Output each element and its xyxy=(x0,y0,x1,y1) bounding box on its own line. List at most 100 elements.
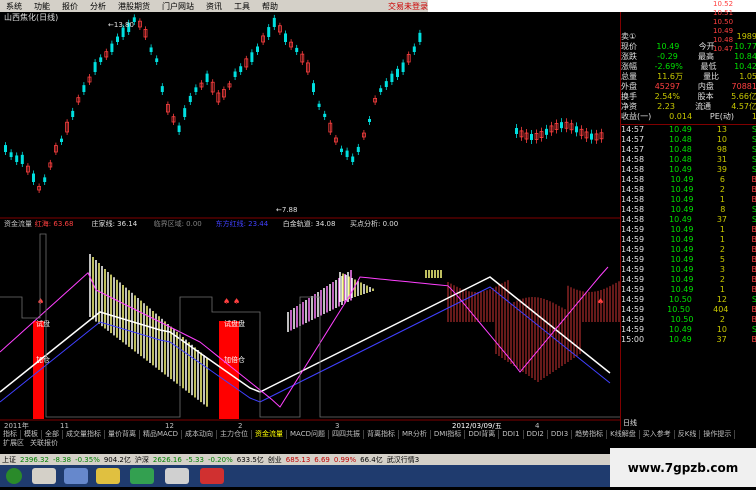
indicator-tab[interactable]: 买入参考 xyxy=(640,430,675,439)
tick-price: 10.49 xyxy=(671,235,694,245)
indicator-tab[interactable]: 背离指标 xyxy=(364,430,399,439)
top-price: 10.47 xyxy=(713,45,733,53)
menu-item[interactable]: 资讯 xyxy=(200,1,228,12)
indicator-tab[interactable]: DDI3 xyxy=(548,430,572,439)
status-item: 633.5亿 xyxy=(235,455,266,465)
tick-volume: 5 xyxy=(720,255,725,265)
app-icon[interactable] xyxy=(130,468,154,484)
menu-item[interactable]: 港股期货 xyxy=(112,1,156,12)
indicator-tab[interactable]: 模板 xyxy=(21,430,42,439)
candle-body xyxy=(368,119,371,122)
tick-list[interactable]: 14:5710.4913S14:5710.4810S14:5710.4898S1… xyxy=(621,124,756,345)
chart-area[interactable]: 山西焦化(日线)←13.80←7.8811.0010.7510.5010.251… xyxy=(0,12,620,430)
tick-time: 14:58 xyxy=(621,185,644,195)
indicator-tab[interactable]: DDI2 xyxy=(524,430,548,439)
indicator-tab[interactable]: MACD问题 xyxy=(287,430,329,439)
indicator-tab[interactable]: 成交量指标 xyxy=(63,430,105,439)
tick-row: 14:5710.4810S xyxy=(621,135,756,145)
menu-item[interactable]: 功能 xyxy=(28,1,56,12)
candle-body xyxy=(94,62,97,72)
tick-volume: 31 xyxy=(717,155,727,165)
candle-body xyxy=(385,81,388,87)
indicator-tab[interactable]: 四四共振 xyxy=(329,430,364,439)
candle-body xyxy=(256,46,259,52)
tick-volume: 404 xyxy=(713,305,728,315)
status-item: -5.33 xyxy=(184,456,206,464)
menu-item[interactable]: 工具 xyxy=(228,1,256,12)
quote-label: 换手 xyxy=(621,92,637,102)
status-item: -0.35% xyxy=(73,456,102,464)
indicator-tab[interactable]: 资金流量 xyxy=(252,430,287,439)
quote-label: 现价 xyxy=(621,42,637,52)
tick-row: 14:5910.492B xyxy=(621,275,756,285)
candle-body xyxy=(10,152,13,157)
signal-block xyxy=(33,321,44,419)
extension-tab[interactable]: 扩展区 xyxy=(0,439,27,448)
indicator-tab[interactable]: 全部 xyxy=(42,430,63,439)
candle-body xyxy=(402,62,405,72)
status-item: 上证 xyxy=(0,455,18,465)
tick-row: 14:5910.492B xyxy=(621,245,756,255)
indicator-tab[interactable]: DMI指标 xyxy=(431,430,466,439)
folder-icon[interactable] xyxy=(96,468,120,484)
candle-body xyxy=(206,74,209,82)
indicator-tab[interactable]: 主力仓位 xyxy=(217,430,252,439)
quote-value: 5.66亿 xyxy=(731,92,756,102)
quote-label: 最低 xyxy=(701,62,717,72)
login-status-link[interactable]: 交易未登录 xyxy=(388,1,428,12)
tick-time: 14:59 xyxy=(621,285,644,295)
tick-price: 10.49 xyxy=(669,335,692,345)
indicator-tab[interactable]: DDI背离 xyxy=(465,430,499,439)
top-price: 10.51 xyxy=(713,9,733,17)
app-icon[interactable] xyxy=(165,468,189,484)
indicator-tab[interactable]: 成本动向 xyxy=(182,430,217,439)
app-icon[interactable] xyxy=(64,468,88,484)
tick-row: 14:5810.498S xyxy=(621,205,756,215)
tick-row: 14:5810.491B xyxy=(621,195,756,205)
app-icon[interactable] xyxy=(200,468,224,484)
tick-price: 10.49 xyxy=(669,125,692,135)
tick-time: 14:59 xyxy=(621,245,644,255)
tick-volume: 13 xyxy=(717,125,727,135)
quote-row: 涨幅-2.69%最低10.42 xyxy=(621,62,756,72)
tick-side: S xyxy=(752,325,756,335)
indicator-tab[interactable]: DDI1 xyxy=(499,430,523,439)
quote-value: 1 xyxy=(752,112,756,122)
status-item: 2396.32 xyxy=(18,456,51,464)
menu-item[interactable]: 报价 xyxy=(56,1,84,12)
tick-side: S xyxy=(752,125,756,135)
indicator-tab[interactable]: 趋势指标 xyxy=(572,430,607,439)
tick-side: S xyxy=(752,135,756,145)
start-button-icon[interactable] xyxy=(6,468,22,484)
candle-body xyxy=(390,74,393,82)
tick-side: B xyxy=(751,285,756,295)
indicator-tab[interactable]: K线解盘 xyxy=(607,430,640,439)
extension-tab[interactable]: 关联报价 xyxy=(27,439,61,448)
indicator-tab[interactable]: 指标 xyxy=(0,430,21,439)
buy-arrow-icon: ♠ xyxy=(37,297,44,306)
app-icon[interactable] xyxy=(32,468,56,484)
quote-label: 最高 xyxy=(698,52,714,62)
menu-item[interactable]: 帮助 xyxy=(256,1,284,12)
candle-body xyxy=(82,85,85,92)
tick-time: 14:58 xyxy=(621,175,644,185)
indicator-tab[interactable]: 量价背离 xyxy=(105,430,140,439)
menu-item[interactable]: 分析 xyxy=(84,1,112,12)
indicator-tab[interactable]: 反K线 xyxy=(675,430,701,439)
candle-body xyxy=(183,108,186,117)
candle-body xyxy=(250,52,253,62)
chart-canvas[interactable]: 山西焦化(日线)←13.80←7.8811.0010.7510.5010.251… xyxy=(0,12,620,430)
chart-title: 山西焦化(日线) xyxy=(4,12,58,22)
xaxis-label: 3 xyxy=(335,422,339,430)
quote-label: 外盘 xyxy=(621,82,637,92)
period-tab[interactable]: 日线 xyxy=(623,418,637,428)
tick-row: 14:5910.5012S xyxy=(621,295,756,305)
tick-side: B xyxy=(751,225,756,235)
top-price-list: 10.5210.5110.5010.4910.4810.47 xyxy=(621,12,756,32)
indicator-tab[interactable]: 操作提示 xyxy=(700,430,735,439)
menu-item[interactable]: 门户网站 xyxy=(156,1,200,12)
indicator-tab[interactable]: MR分析 xyxy=(399,430,431,439)
menu-item[interactable]: 系统 xyxy=(0,1,28,12)
indicator-tab[interactable]: 精品MACD xyxy=(140,430,182,439)
tick-row: 14:5810.496B xyxy=(621,175,756,185)
